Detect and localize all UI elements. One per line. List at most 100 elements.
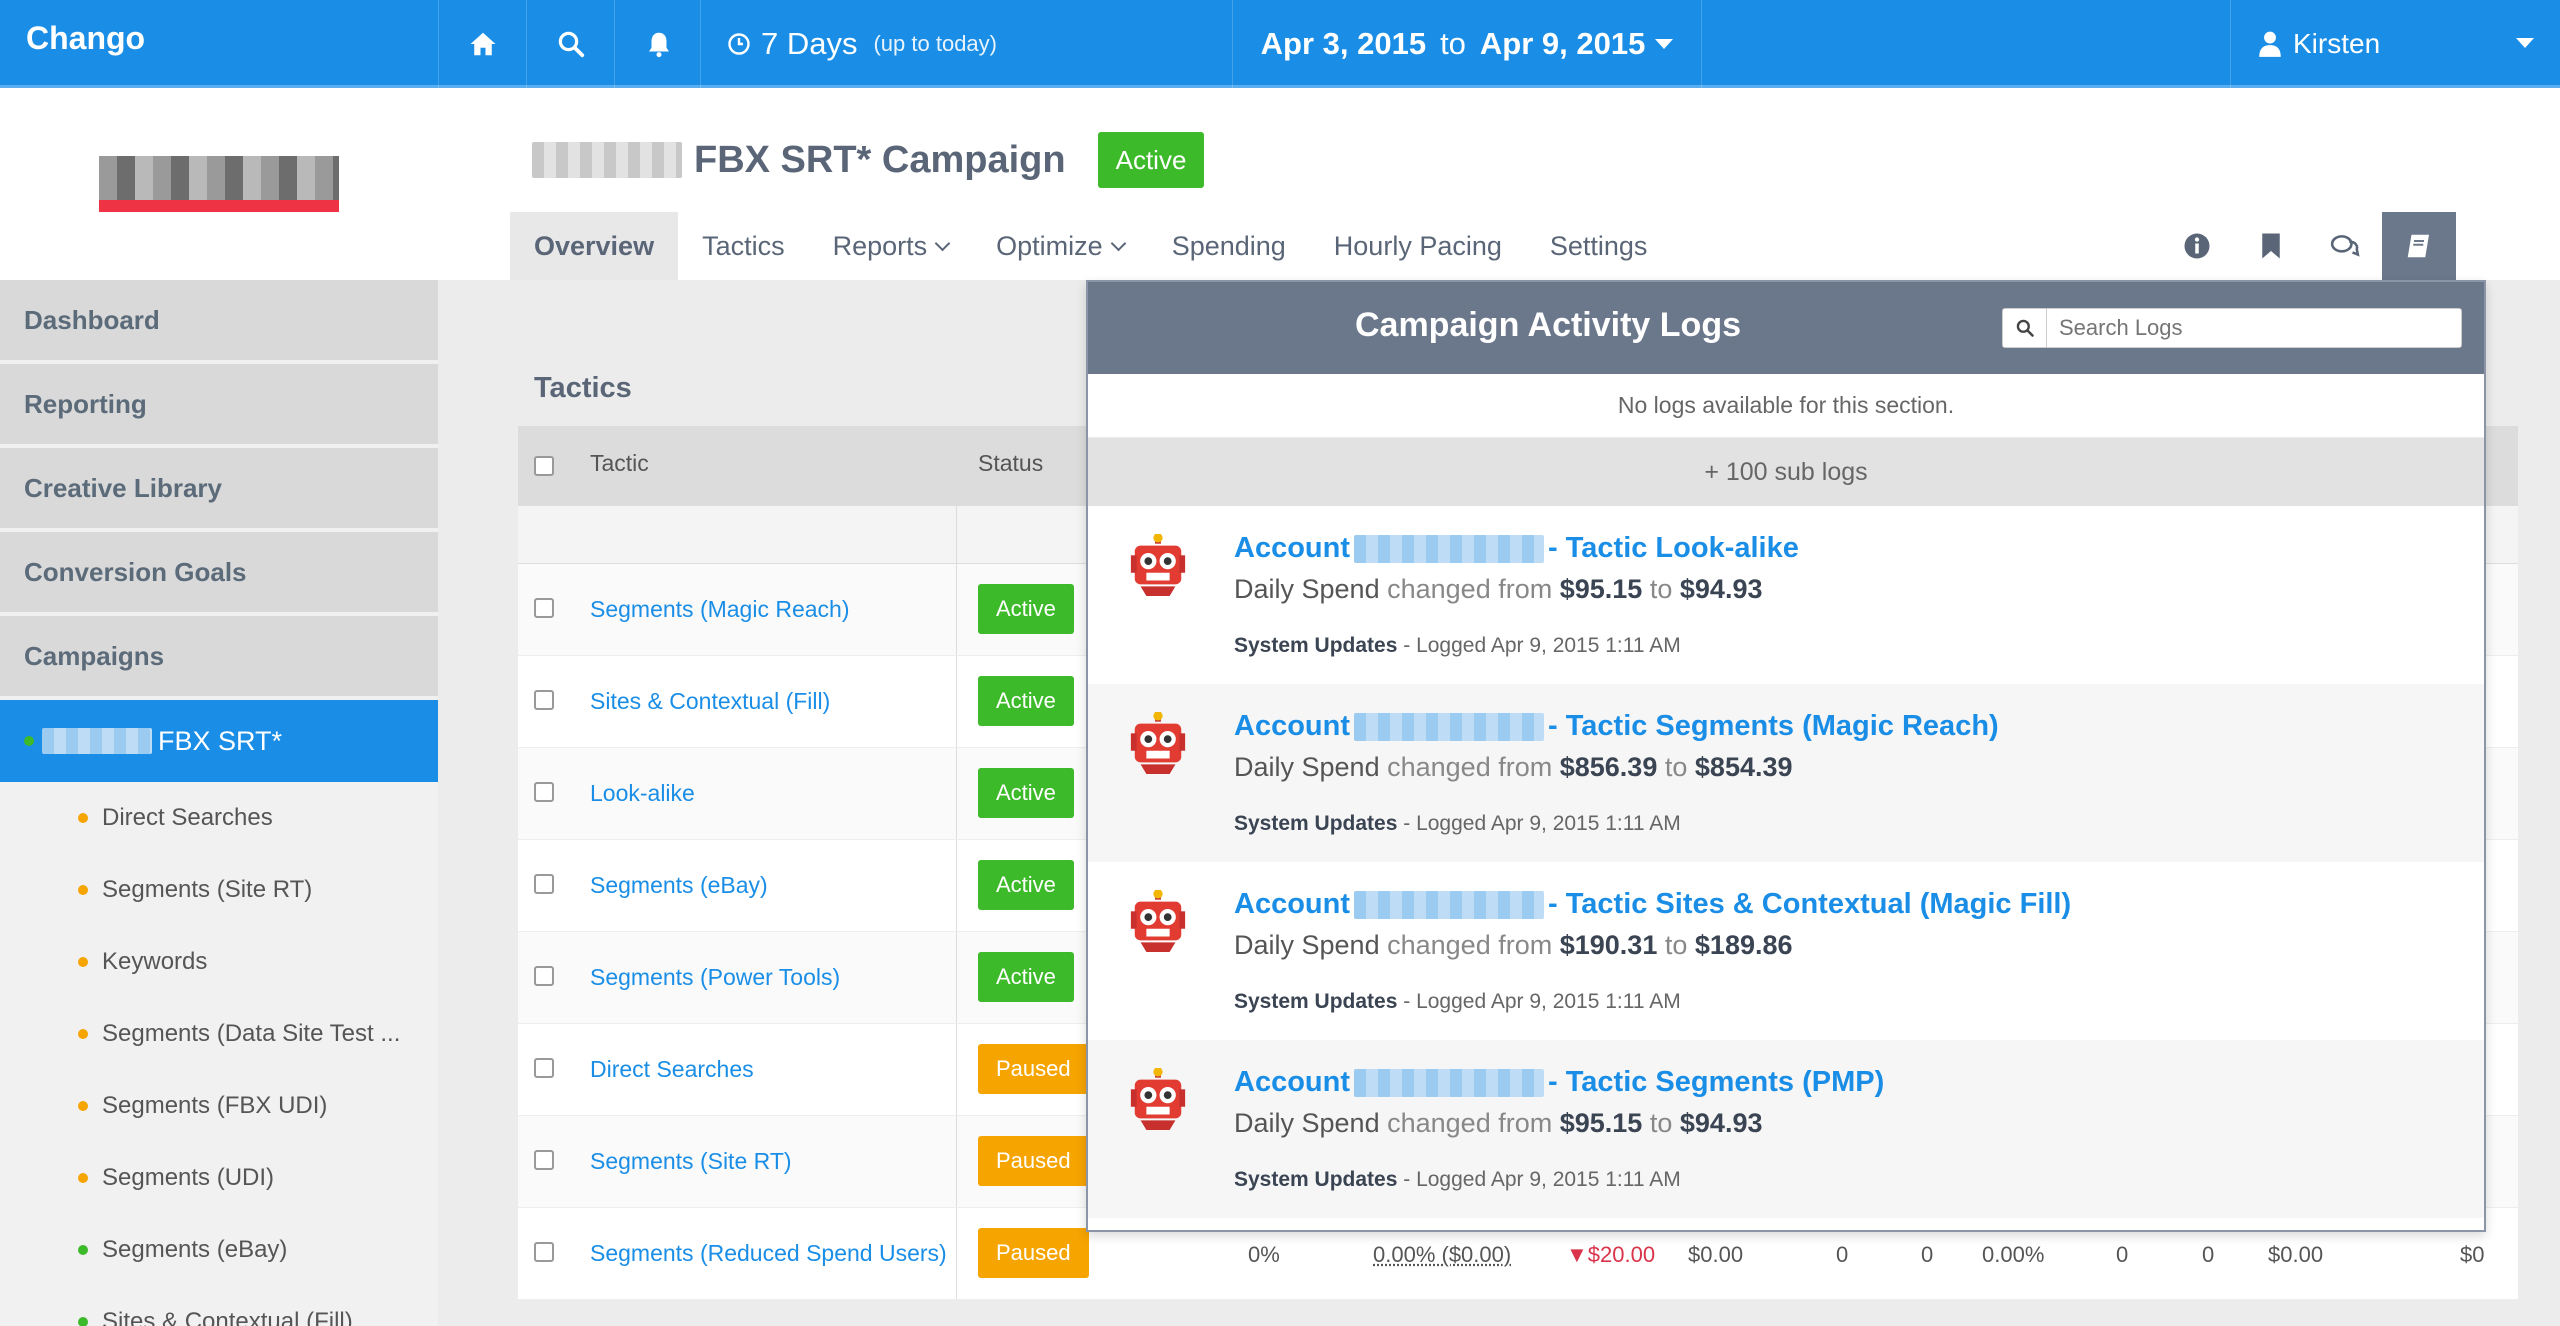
status-badge[interactable]: Active	[978, 584, 1074, 634]
log-tactic-name: - Tactic Sites & Contextual (Magic Fill)	[1548, 888, 2072, 920]
sidebar-subitem[interactable]: Direct Searches	[0, 782, 438, 854]
status-badge[interactable]: Paused	[978, 1228, 1089, 1278]
book-icon	[2407, 234, 2429, 258]
column-header-status[interactable]: Status	[978, 450, 1043, 477]
status-badge[interactable]: Active	[978, 860, 1074, 910]
tab-hourly-pacing[interactable]: Hourly Pacing	[1310, 212, 1526, 280]
logs-search-input[interactable]	[2047, 309, 2447, 347]
redacted-account	[1354, 535, 1544, 564]
sidebar-subitem[interactable]: Segments (Site RT)	[0, 854, 438, 926]
info-button[interactable]	[2160, 212, 2234, 280]
tab-optimize-label: Optimize	[996, 230, 1103, 261]
redacted-name	[42, 728, 152, 754]
tab-tactics[interactable]: Tactics	[678, 212, 809, 280]
header-actions	[2160, 212, 2456, 280]
status-badge[interactable]: Paused	[978, 1044, 1089, 1094]
notifications-button[interactable]	[614, 0, 702, 88]
active-campaign-label: FBX SRT*	[158, 725, 283, 756]
log-to-word: to	[1649, 1108, 1673, 1138]
home-button[interactable]	[438, 0, 526, 88]
column-divider	[956, 506, 957, 563]
bookmark-button[interactable]	[2234, 212, 2308, 280]
log-entry-title[interactable]: Account - Tactic Sites & Contextual (Magi…	[1234, 888, 2071, 921]
sidebar-item-dashboard[interactable]: Dashboard	[0, 280, 438, 364]
search-icon	[558, 31, 584, 58]
tactic-name-link[interactable]: Segments (Magic Reach)	[590, 596, 850, 623]
page-title: FBX SRT* Campaign	[694, 138, 1066, 181]
log-entry-title[interactable]: Account - Tactic Segments (PMP)	[1234, 1066, 1884, 1099]
row-checkbox[interactable]	[534, 1242, 554, 1262]
tab-reports-label: Reports	[832, 230, 928, 261]
date-picker[interactable]: Apr 3, 2015 to Apr 9, 2015	[1232, 0, 1702, 88]
sidebar-subitem[interactable]: Segments (UDI)	[0, 1142, 438, 1214]
tab-settings[interactable]: Settings	[1526, 212, 1672, 280]
row-checkbox[interactable]	[534, 782, 554, 802]
metric-cell[interactable]: 0.00% ($0.00)	[1373, 1242, 1511, 1268]
date-range-preset[interactable]: 7 Days (up to today)	[700, 0, 997, 88]
select-all-checkbox[interactable]	[534, 456, 554, 476]
log-changed-text: changed from	[1387, 1108, 1553, 1138]
log-source: System Updates	[1234, 990, 1398, 1013]
sidebar-subitem[interactable]: Sites & Contextual (Fill)	[0, 1286, 438, 1326]
logs-search	[2002, 308, 2462, 348]
tactic-name-link[interactable]: Look-alike	[590, 780, 695, 807]
user-name: Kirsten	[2293, 28, 2381, 59]
metric-cell: 0.00%	[1982, 1242, 2045, 1267]
user-menu[interactable]: Kirsten	[2230, 0, 2560, 88]
column-divider	[956, 426, 957, 506]
search-button[interactable]	[2003, 309, 2047, 347]
tactic-name-link[interactable]: Segments (Reduced Spend Users)	[590, 1240, 947, 1267]
log-entry-title[interactable]: Account - Tactic Segments (Magic Reach)	[1234, 710, 1999, 743]
robot-avatar-icon	[1130, 890, 1186, 952]
sidebar-item-creative-library[interactable]: Creative Library	[0, 448, 438, 532]
tactic-name-link[interactable]: Segments (Power Tools)	[590, 964, 840, 991]
sub-logs-toggle[interactable]: + 100 sub logs	[1088, 438, 2484, 506]
tab-overview[interactable]: Overview	[510, 212, 679, 280]
status-badge[interactable]: Active	[978, 676, 1074, 726]
column-header-tactic[interactable]: Tactic	[590, 450, 649, 477]
activity-logs-button[interactable]	[2382, 212, 2456, 280]
robot-avatar-icon	[1130, 1068, 1186, 1130]
status-badge[interactable]: Active	[978, 768, 1074, 818]
row-checkbox[interactable]	[534, 1058, 554, 1078]
log-meta: System Updates - Logged Apr 9, 2015 1:11…	[1234, 1168, 1681, 1192]
row-checkbox[interactable]	[534, 598, 554, 618]
column-divider	[956, 840, 957, 931]
tab-optimize[interactable]: Optimize	[972, 212, 1148, 280]
log-new-value: $854.39	[1694, 752, 1793, 782]
search-button[interactable]	[526, 0, 614, 88]
sidebar-subitem[interactable]: Keywords	[0, 926, 438, 998]
sidebar-item-conversion-goals[interactable]: Conversion Goals	[0, 532, 438, 616]
metric-cell: 0	[1921, 1242, 1934, 1267]
sidebar-subitem[interactable]: Segments (eBay)	[0, 1214, 438, 1286]
sidebar-item-campaigns[interactable]: Campaigns	[0, 616, 438, 700]
sidebar-item-reporting[interactable]: Reporting	[0, 364, 438, 448]
sidebar-active-campaign[interactable]: FBX SRT*	[0, 700, 438, 782]
tactic-name-link[interactable]: Segments (Site RT)	[590, 1148, 792, 1175]
chevron-down-icon	[1110, 235, 1126, 251]
sidebar-subitem[interactable]: Segments (FBX UDI)	[0, 1070, 438, 1142]
log-entry-title[interactable]: Account - Tactic Look-alike	[1234, 532, 1799, 565]
sidebar-subitem[interactable]: Segments (Data Site Test ...	[0, 998, 438, 1070]
log-meta: System Updates - Logged Apr 9, 2015 1:11…	[1234, 634, 1681, 658]
redacted-account-name	[532, 142, 682, 178]
tactic-name-link[interactable]: Sites & Contextual (Fill)	[590, 688, 830, 715]
sidebar-subitem-label: Segments (Data Site Test ...	[102, 1020, 401, 1047]
sidebar-subitem-label: Sites & Contextual (Fill)	[102, 1308, 353, 1326]
tab-reports[interactable]: Reports	[809, 212, 973, 280]
status-badge[interactable]: Paused	[978, 1136, 1089, 1186]
status-dot	[78, 1317, 88, 1326]
row-checkbox[interactable]	[534, 966, 554, 986]
row-checkbox[interactable]	[534, 690, 554, 710]
range-days: 7 Days	[761, 26, 858, 61]
empty-message: No logs available for this section.	[1088, 374, 2484, 438]
tactic-name-link[interactable]: Segments (eBay)	[590, 872, 768, 899]
row-checkbox[interactable]	[534, 874, 554, 894]
tab-spending[interactable]: Spending	[1148, 212, 1310, 280]
bell-icon	[648, 32, 669, 58]
comments-button[interactable]	[2308, 212, 2382, 280]
tactic-name-link[interactable]: Direct Searches	[590, 1056, 754, 1083]
row-checkbox[interactable]	[534, 1150, 554, 1170]
brand-logo[interactable]: Chango	[26, 20, 145, 57]
status-badge[interactable]: Active	[978, 952, 1074, 1002]
